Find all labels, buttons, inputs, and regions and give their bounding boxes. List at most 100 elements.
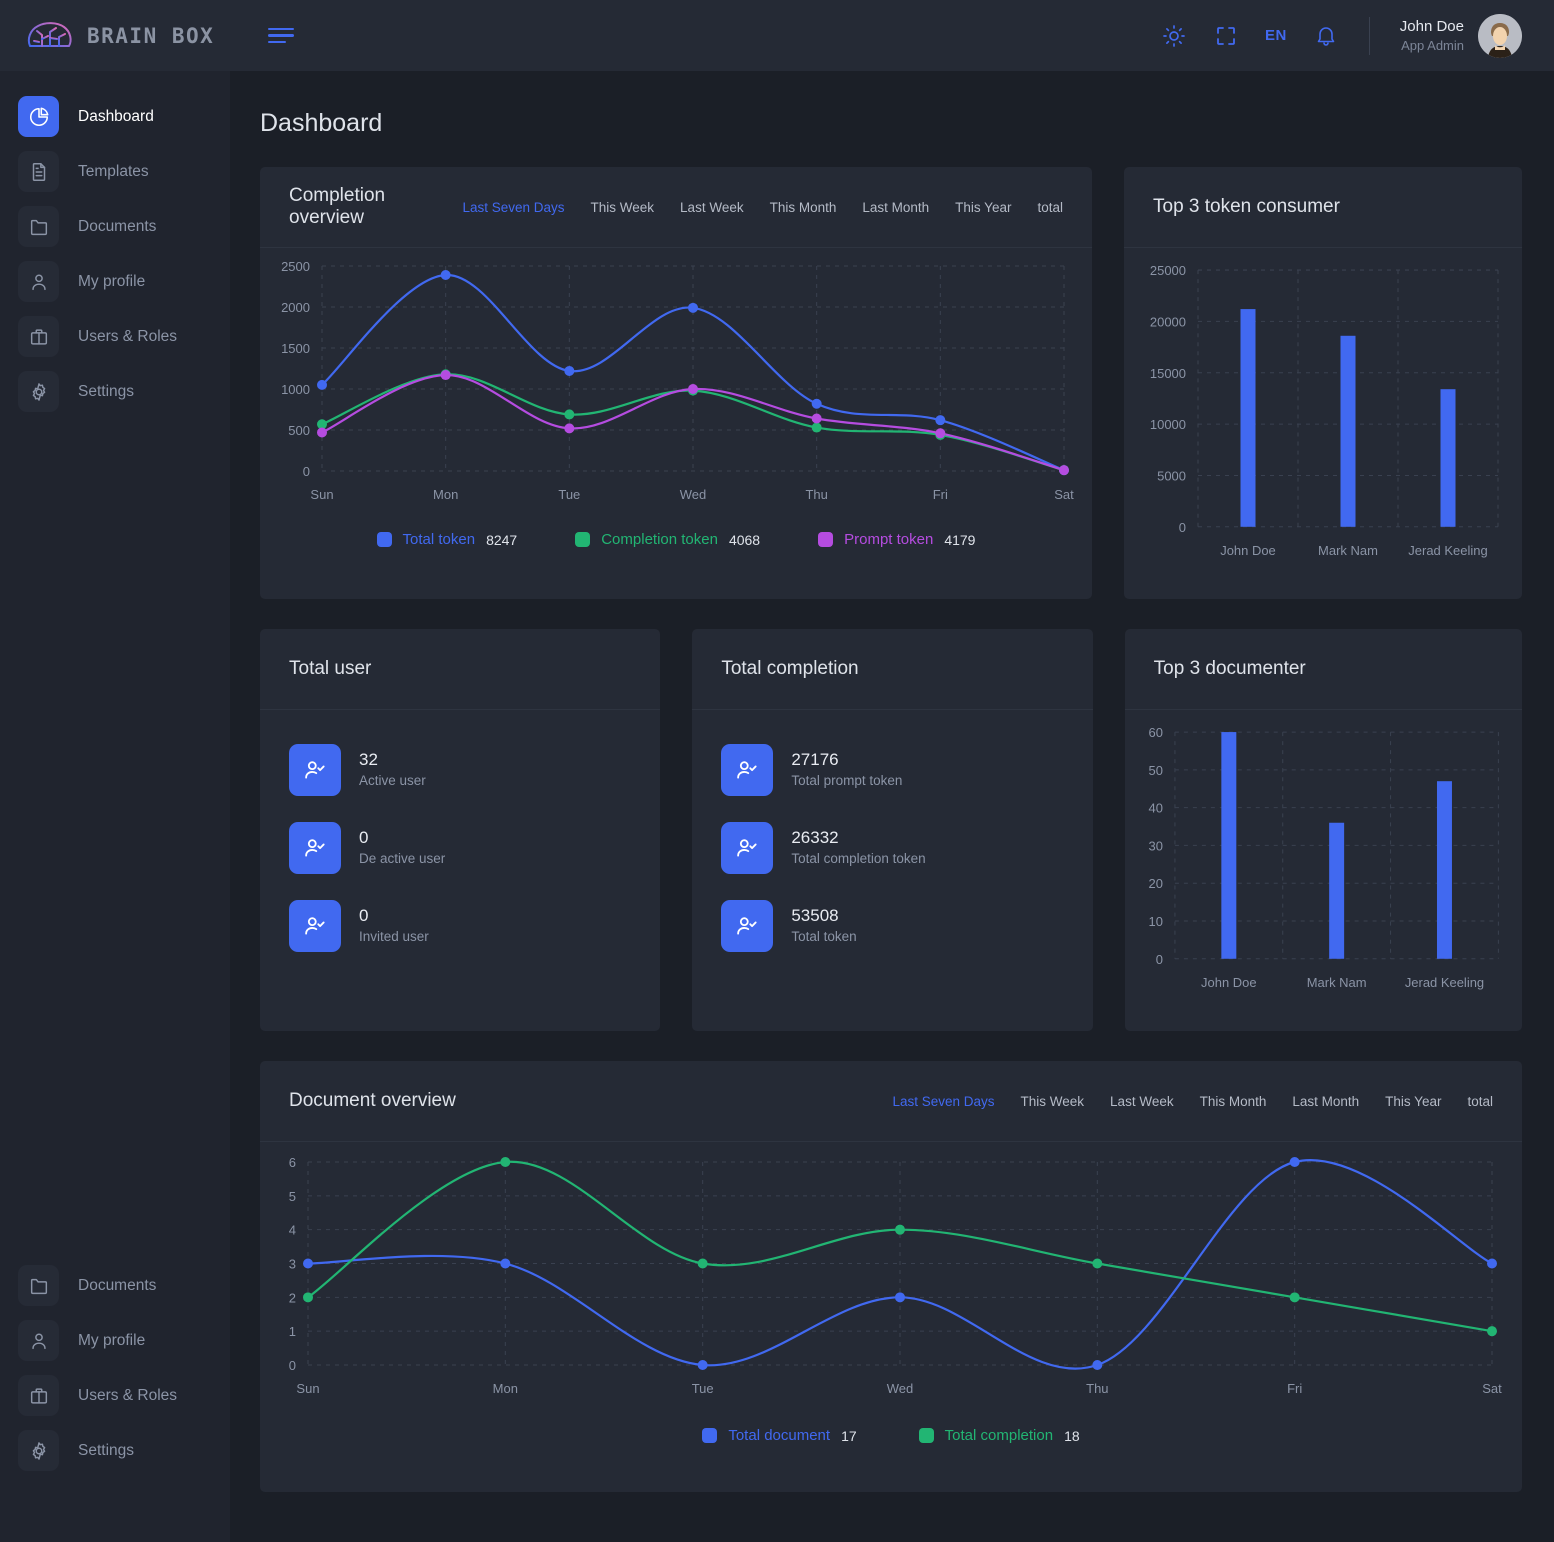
sidebar-item-settings-secondary[interactable]: Settings: [0, 1423, 230, 1478]
user-check-icon: [289, 900, 341, 952]
sidebar-item-my-profile[interactable]: My profile: [0, 254, 230, 309]
sidebar-toggle-button[interactable]: [268, 27, 294, 44]
brand-logo-area[interactable]: BRAIN BOX: [0, 19, 230, 53]
sidebar-item-documents[interactable]: Documents: [0, 199, 230, 254]
card-title: Total user: [289, 658, 372, 679]
dashboard-row-1: Completion overview Last Seven Days This…: [260, 167, 1522, 599]
tab-this-week[interactable]: This Week: [1021, 1094, 1085, 1109]
tab-last-seven-days[interactable]: Last Seven Days: [462, 200, 564, 215]
total-user-stats: 32 Active user 0 De active user 0 Invite…: [260, 710, 660, 952]
user-check-icon: [721, 900, 774, 952]
sidebar-item-documents-secondary[interactable]: Documents: [0, 1258, 230, 1313]
brand-name: BRAIN BOX: [87, 23, 215, 48]
tab-total[interactable]: total: [1037, 200, 1063, 215]
sidebar-item-my-profile-secondary[interactable]: My profile: [0, 1313, 230, 1368]
svg-text:40: 40: [1148, 801, 1162, 816]
tab-last-month[interactable]: Last Month: [1292, 1094, 1359, 1109]
user-role: App Admin: [1401, 37, 1464, 53]
user-menu[interactable]: John Doe App Admin: [1400, 13, 1522, 58]
stat-row: 27176 Total prompt token: [721, 744, 1063, 796]
card-header: Top 3 token consumer: [1124, 167, 1522, 248]
document-icon: [18, 151, 59, 192]
completion-overview-legend: Total token 8247 Completion token 4068 P…: [260, 531, 1092, 548]
svg-text:Fri: Fri: [933, 487, 948, 502]
tab-this-month[interactable]: This Month: [1200, 1094, 1267, 1109]
stat-label: De active user: [359, 851, 446, 867]
legend-swatch: [376, 532, 392, 547]
sidebar-item-settings[interactable]: Settings: [0, 364, 230, 419]
legend-value: 17: [841, 1427, 857, 1444]
stat-text: 26332 Total completion token: [791, 827, 925, 868]
completion-overview-chart[interactable]: 0 500 1000 1500 2000 2500 Sun Mon Tue Wed Thu Fri Sa…: [260, 248, 1092, 523]
pie-chart-icon: [18, 96, 59, 137]
folder-icon: [18, 206, 59, 247]
legend-item[interactable]: Completion token 4068: [575, 531, 760, 548]
user-check-icon: [721, 744, 774, 796]
svg-text:1500: 1500: [281, 341, 310, 356]
avatar[interactable]: [1478, 13, 1522, 58]
svg-text:0: 0: [303, 464, 310, 479]
svg-text:3: 3: [289, 1257, 296, 1272]
legend-swatch: [918, 1428, 934, 1443]
tab-last-week[interactable]: Last Week: [680, 200, 744, 215]
range-tabs: Last Seven Days This Week Last Week This…: [892, 1094, 1493, 1109]
svg-text:Jerad Keeling: Jerad Keeling: [1408, 543, 1487, 558]
svg-text:5: 5: [289, 1189, 296, 1204]
top-header-bar: BRAIN BOX EN John Doe App Admin: [0, 0, 1554, 71]
top-documenter-chart[interactable]: 0 10 20 30 40 50 60 John Doe Mark Nam Jerad Keeli…: [1125, 710, 1522, 1031]
tab-this-year[interactable]: This Year: [1385, 1094, 1441, 1109]
sidebar-item-dashboard[interactable]: Dashboard: [0, 89, 230, 144]
svg-text:30: 30: [1148, 838, 1162, 853]
document-overview-chart[interactable]: 0 1 2 3 4 5 6 Sun Mon Tue Wed Thu Fri Sat: [260, 1142, 1522, 1417]
svg-text:Sat: Sat: [1482, 1381, 1502, 1396]
stat-row: 32 Active user: [289, 744, 631, 796]
svg-text:Wed: Wed: [680, 487, 707, 502]
tab-total[interactable]: total: [1467, 1094, 1493, 1109]
svg-text:15000: 15000: [1150, 366, 1186, 381]
legend-item[interactable]: Total completion 18: [918, 1427, 1080, 1444]
svg-text:0: 0: [289, 1358, 296, 1373]
dashboard-row-3: Document overview Last Seven Days This W…: [260, 1061, 1522, 1492]
stat-text: 32 Active user: [359, 749, 426, 790]
stat-label: Total completion token: [791, 851, 926, 867]
tab-last-month[interactable]: Last Month: [862, 200, 929, 215]
tab-last-seven-days[interactable]: Last Seven Days: [892, 1094, 994, 1109]
user-info: John Doe App Admin: [1400, 17, 1464, 55]
svg-text:Jerad Keeling: Jerad Keeling: [1404, 975, 1483, 990]
dashboard-row-2: Total user 32 Active user 0 De active us…: [260, 629, 1522, 1031]
stat-value: 0: [359, 828, 369, 848]
legend-item[interactable]: Total document 17: [702, 1427, 857, 1444]
tab-last-week[interactable]: Last Week: [1110, 1094, 1174, 1109]
language-selector[interactable]: EN: [1265, 27, 1287, 44]
tab-this-year[interactable]: This Year: [955, 200, 1011, 215]
gear-icon: [18, 1430, 59, 1471]
legend-label: Total document: [728, 1427, 831, 1444]
top-token-consumer-chart[interactable]: 0 5000 10000 15000 20000 25000 John Doe Mark Na…: [1124, 248, 1522, 599]
stat-row: 0 De active user: [289, 822, 631, 874]
tab-this-month[interactable]: This Month: [770, 200, 837, 215]
card-body: 0 500 1000 1500 2000 2500 Sun Mon Tue Wed Thu Fri Sa…: [260, 248, 1092, 599]
tab-this-week[interactable]: This Week: [591, 200, 655, 215]
sidebar-item-templates[interactable]: Templates: [0, 144, 230, 199]
card-title: Document overview: [289, 1090, 456, 1111]
legend-value: 18: [1064, 1427, 1080, 1444]
fullscreen-icon[interactable]: [1213, 23, 1239, 49]
legend-item[interactable]: Prompt token 4179: [818, 531, 975, 548]
sidebar-item-users-roles[interactable]: Users & Roles: [0, 309, 230, 364]
stat-value: 26332: [791, 828, 839, 848]
sun-icon[interactable]: [1161, 23, 1187, 49]
stat-value: 32: [359, 750, 378, 770]
document-overview-legend: Total document 17 Total completion 18: [260, 1427, 1522, 1444]
sidebar-item-users-roles-secondary[interactable]: Users & Roles: [0, 1368, 230, 1423]
bell-icon[interactable]: [1313, 23, 1339, 49]
user-check-icon: [289, 822, 341, 874]
stat-row: 26332 Total completion token: [721, 822, 1063, 874]
svg-text:0: 0: [1179, 520, 1186, 535]
legend-value: 4068: [728, 531, 761, 548]
svg-text:25000: 25000: [1150, 263, 1186, 278]
svg-text:John Doe: John Doe: [1220, 543, 1276, 558]
svg-text:Mark Nam: Mark Nam: [1306, 975, 1366, 990]
svg-text:2: 2: [289, 1290, 296, 1305]
svg-text:50: 50: [1148, 763, 1162, 778]
legend-item[interactable]: Total token 8247: [376, 531, 517, 548]
